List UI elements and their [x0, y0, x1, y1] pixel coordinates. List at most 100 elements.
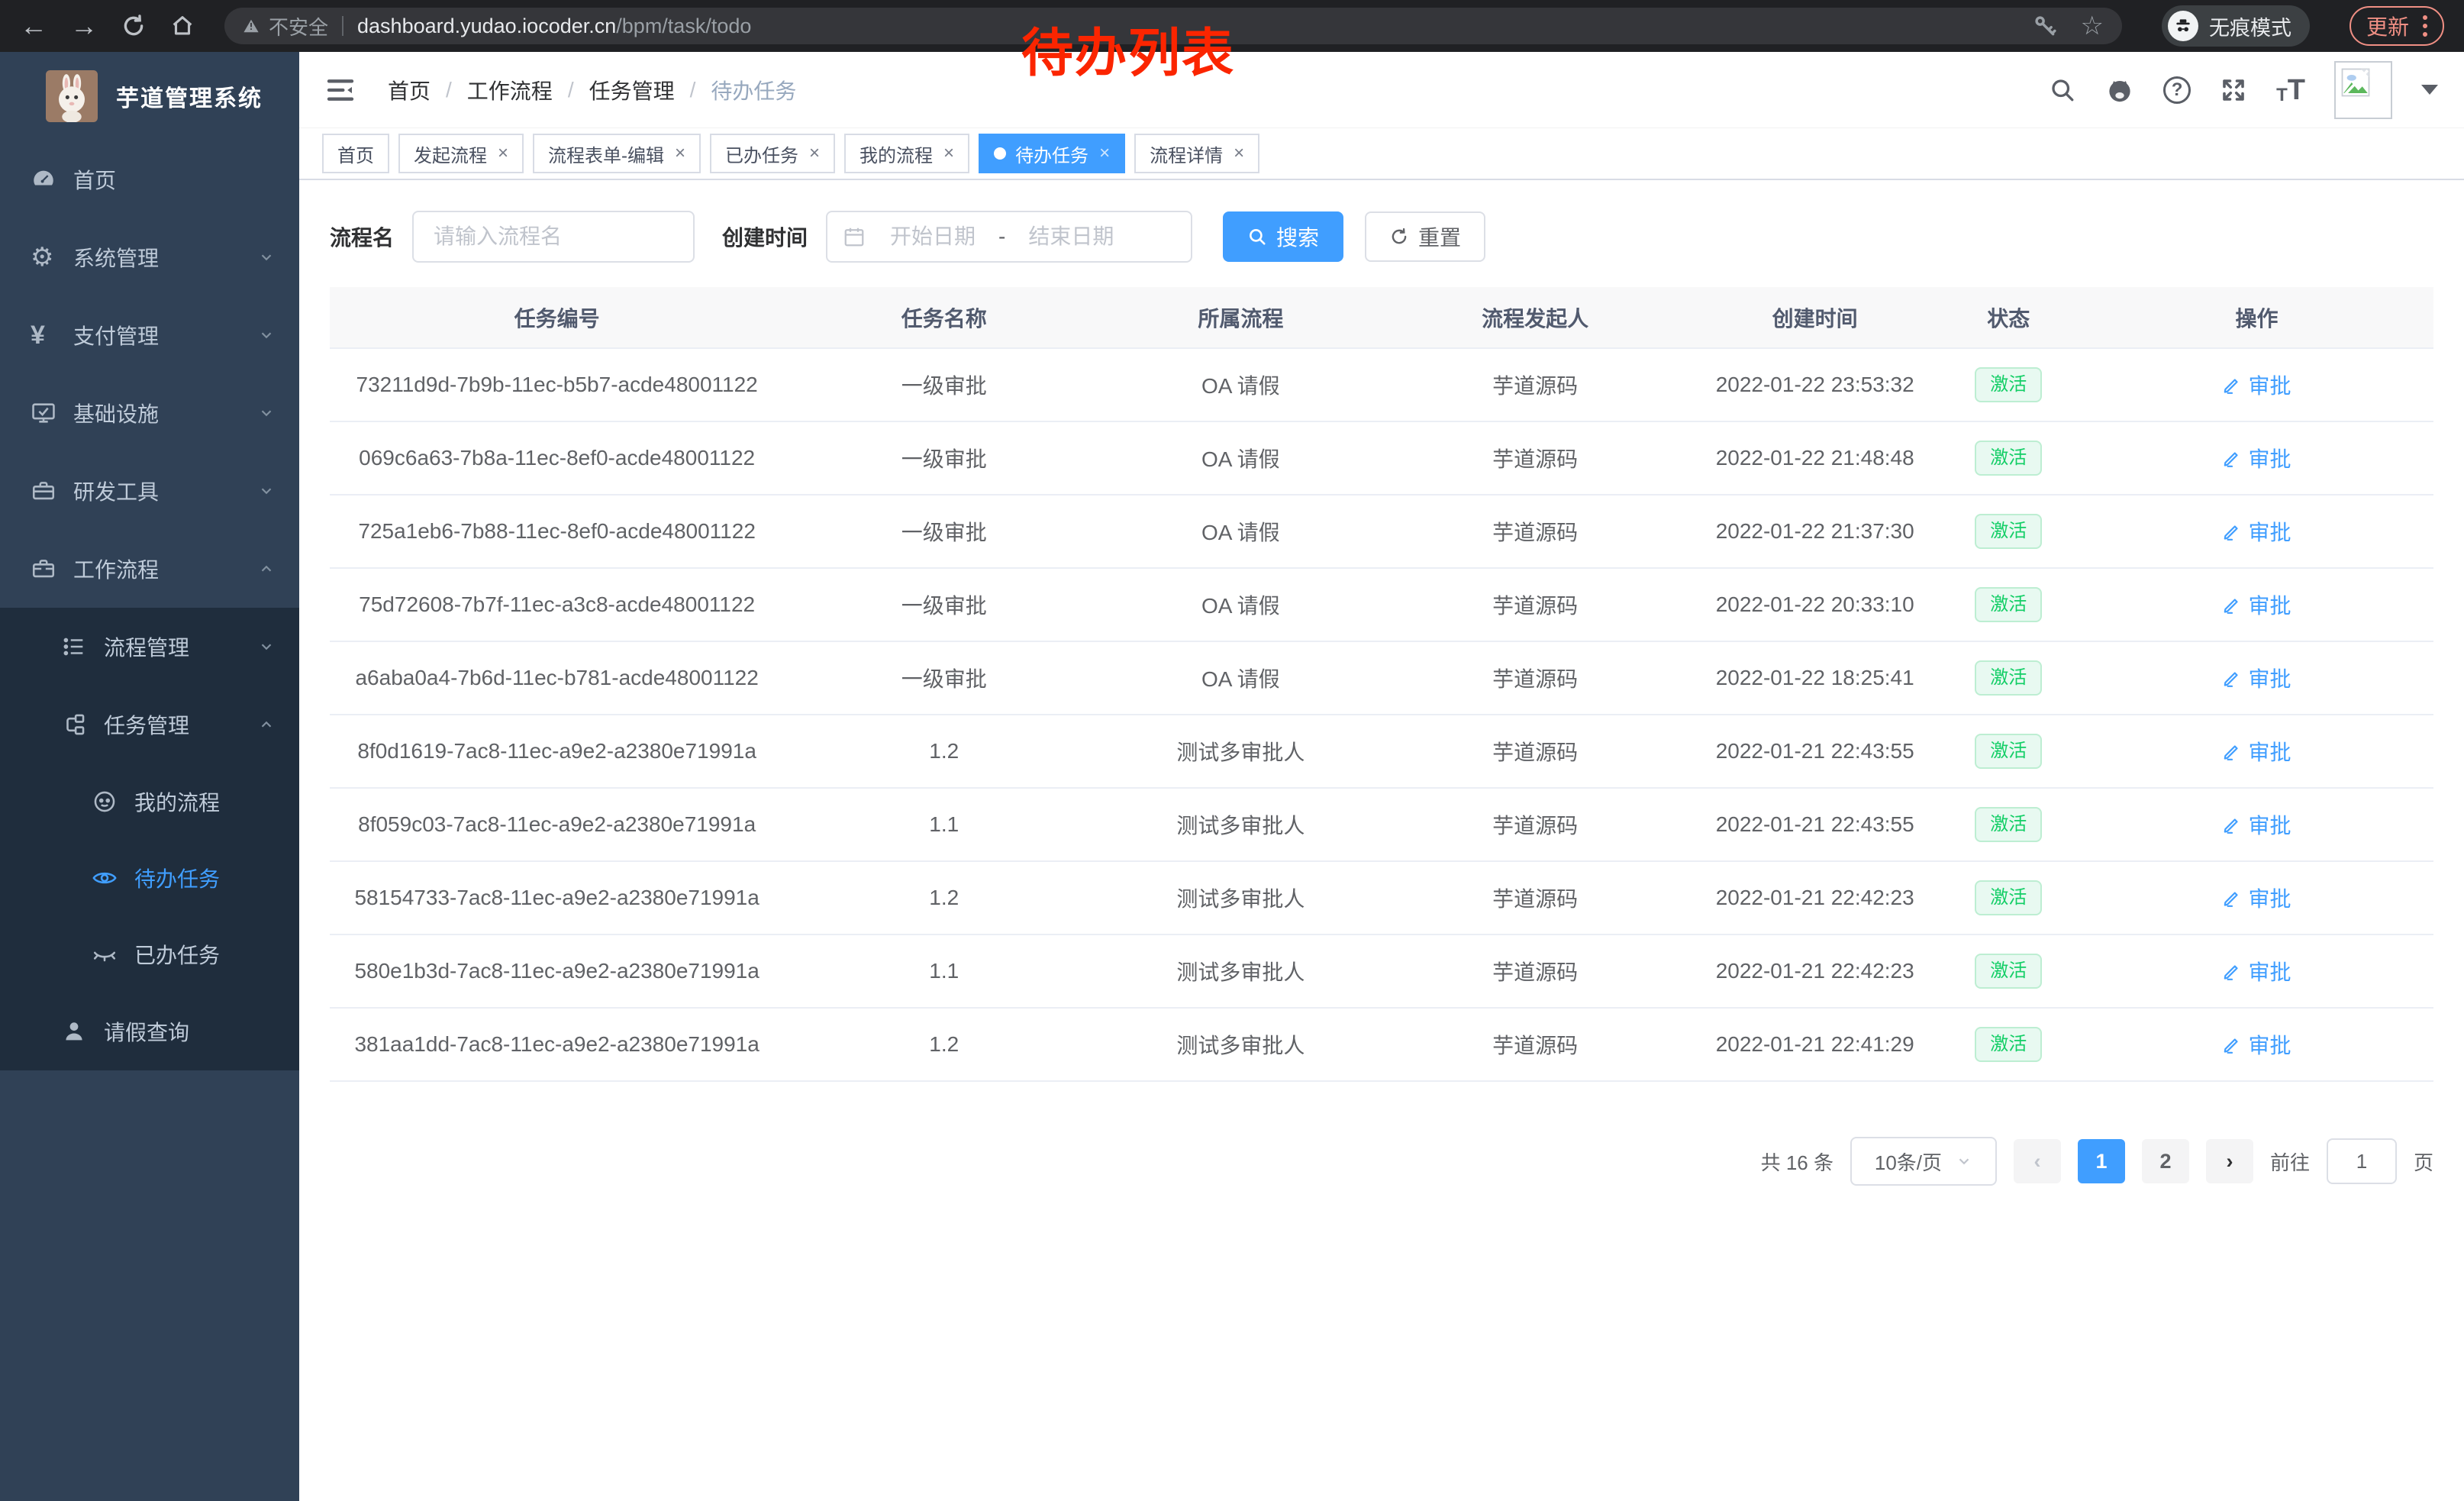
initiator-cell: 芋道源码 — [1377, 788, 1692, 861]
approve-link[interactable]: 审批 — [2222, 883, 2291, 913]
sidebar-item-system[interactable]: ⚙ 系统管理 — [0, 218, 299, 296]
approve-link[interactable]: 审批 — [2222, 956, 2291, 986]
table-row: 725a1eb6-7b88-11ec-8ef0-acde48001122 一级审… — [330, 495, 2433, 568]
chevron-up-icon — [258, 716, 275, 733]
table-body: 73211d9d-7b9b-11ec-b5b7-acde48001122 一级审… — [330, 348, 2433, 1081]
edit-pencil-icon — [2222, 595, 2242, 615]
browser-back-icon[interactable]: ← — [20, 12, 47, 40]
close-icon[interactable]: × — [1099, 143, 1110, 164]
tab-home[interactable]: 首页 — [322, 134, 389, 173]
action-cell: 审批 — [2080, 568, 2433, 641]
task-name-cell: 1.2 — [784, 1008, 1104, 1081]
security-label: 不安全 — [269, 12, 328, 40]
approve-link[interactable]: 审批 — [2222, 736, 2291, 767]
password-key-icon[interactable] — [2032, 13, 2058, 39]
sidebar-item-todo-tasks[interactable]: 待办任务 — [0, 840, 299, 916]
edit-pencil-icon — [2222, 375, 2242, 395]
reset-button[interactable]: 重置 — [1365, 211, 1485, 262]
page-button-2[interactable]: 2 — [2142, 1139, 2189, 1183]
help-icon[interactable]: ? — [2163, 76, 2191, 104]
close-icon[interactable]: × — [943, 143, 954, 164]
status-badge: 激活 — [1975, 734, 2042, 769]
sidebar-item-my-process[interactable]: 我的流程 — [0, 763, 299, 840]
initiator-cell: 芋道源码 — [1377, 861, 1692, 934]
browser-reload-icon[interactable] — [121, 13, 147, 39]
close-icon[interactable]: × — [498, 143, 508, 164]
date-range-picker[interactable]: - — [826, 211, 1192, 263]
tab-start-process[interactable]: 发起流程 × — [398, 134, 524, 173]
sidebar-item-process-management[interactable]: 流程管理 — [0, 608, 299, 686]
search-button[interactable]: 搜索 — [1223, 211, 1343, 262]
sidebar-item-workflow[interactable]: 工作流程 — [0, 530, 299, 608]
process-cell: 测试多审批人 — [1104, 934, 1377, 1008]
status-badge: 激活 — [1975, 587, 2042, 622]
process-cell: OA 请假 — [1104, 568, 1377, 641]
approve-link[interactable]: 审批 — [2222, 1029, 2291, 1060]
sidebar-item-devtools[interactable]: 研发工具 — [0, 452, 299, 530]
status-cell: 激活 — [1937, 861, 2080, 934]
approve-link[interactable]: 审批 — [2222, 370, 2291, 400]
sidebar-item-task-management[interactable]: 任务管理 — [0, 686, 299, 763]
github-icon[interactable] — [2105, 76, 2134, 105]
approve-link[interactable]: 审批 — [2222, 589, 2291, 620]
fullscreen-icon[interactable] — [2220, 76, 2247, 104]
tab-done-tasks[interactable]: 已办任务 × — [710, 134, 835, 173]
bookmark-star-icon[interactable]: ☆ — [2081, 11, 2104, 41]
column-process: 所属流程 — [1104, 287, 1377, 348]
close-icon[interactable]: × — [809, 143, 820, 164]
avatar[interactable] — [2334, 61, 2392, 119]
app-logo[interactable]: 芋道管理系统 — [0, 52, 299, 140]
flow-icon — [61, 712, 95, 738]
column-status: 状态 — [1937, 287, 2080, 348]
tab-my-process[interactable]: 我的流程 × — [844, 134, 969, 173]
sidebar-collapse-icon[interactable] — [325, 75, 356, 105]
logo-rabbit-image — [46, 70, 98, 122]
tab-todo-tasks[interactable]: 待办任务 × — [979, 134, 1125, 173]
yen-icon: ¥ — [31, 321, 64, 350]
sidebar-item-leave-query[interactable]: 请假查询 — [0, 993, 299, 1070]
breadcrumb-separator: / — [568, 78, 574, 102]
browser-forward-icon[interactable]: → — [70, 12, 98, 40]
column-actions: 操作 — [2080, 287, 2433, 348]
sidebar-item-payment[interactable]: ¥ 支付管理 — [0, 296, 299, 374]
browser-home-icon[interactable] — [169, 13, 195, 39]
approve-link[interactable]: 审批 — [2222, 663, 2291, 693]
approve-link[interactable]: 审批 — [2222, 443, 2291, 473]
task-id-cell: 580e1b3d-7ac8-11ec-a9e2-a2380e71991a — [330, 934, 784, 1008]
address-bar[interactable]: 不安全 dashboard.yudao.iocoder.cn /bpm/task… — [224, 8, 2122, 44]
start-date-input[interactable] — [872, 224, 994, 249]
sidebar-item-done-tasks[interactable]: 已办任务 — [0, 916, 299, 993]
browser-menu-icon[interactable] — [2423, 15, 2427, 37]
next-page-button[interactable]: › — [2206, 1139, 2253, 1183]
created-cell: 2022-01-22 20:33:10 — [1693, 568, 1937, 641]
status-badge: 激活 — [1975, 807, 2042, 842]
sidebar: 芋道管理系统 首页 ⚙ 系统管理 ¥ 支付管理 — [0, 52, 299, 1501]
goto-page-input[interactable] — [2327, 1138, 2397, 1184]
tab-process-form-edit[interactable]: 流程表单-编辑 × — [533, 134, 701, 173]
avatar-dropdown-caret-icon[interactable] — [2421, 85, 2438, 95]
prev-page-button[interactable]: ‹ — [2014, 1139, 2061, 1183]
close-icon[interactable]: × — [675, 143, 685, 164]
close-icon[interactable]: × — [1234, 143, 1244, 164]
browser-update-button[interactable]: 更新 — [2350, 6, 2444, 46]
search-icon[interactable] — [2049, 76, 2076, 104]
status-badge: 激活 — [1975, 514, 2042, 549]
sidebar-item-label: 系统管理 — [73, 242, 159, 273]
status-cell: 激活 — [1937, 568, 2080, 641]
breadcrumb-home[interactable]: 首页 — [388, 75, 431, 105]
chevron-down-icon — [258, 483, 275, 499]
font-size-icon[interactable]: TT — [2276, 76, 2305, 105]
end-date-input[interactable] — [1010, 224, 1132, 249]
page-button-1[interactable]: 1 — [2078, 1139, 2125, 1183]
tab-process-detail[interactable]: 流程详情 × — [1134, 134, 1259, 173]
sidebar-item-home[interactable]: 首页 — [0, 140, 299, 218]
page-size-select[interactable]: 10条/页 — [1850, 1137, 1997, 1186]
approve-link[interactable]: 审批 — [2222, 809, 2291, 840]
sidebar-item-infrastructure[interactable]: 基础设施 — [0, 374, 299, 452]
column-task-name: 任务名称 — [784, 287, 1104, 348]
breadcrumb-workflow[interactable]: 工作流程 — [467, 75, 553, 105]
breadcrumb-task-management[interactable]: 任务管理 — [589, 75, 675, 105]
process-cell: 测试多审批人 — [1104, 1008, 1377, 1081]
process-name-input[interactable] — [412, 211, 695, 263]
approve-link[interactable]: 审批 — [2222, 516, 2291, 547]
